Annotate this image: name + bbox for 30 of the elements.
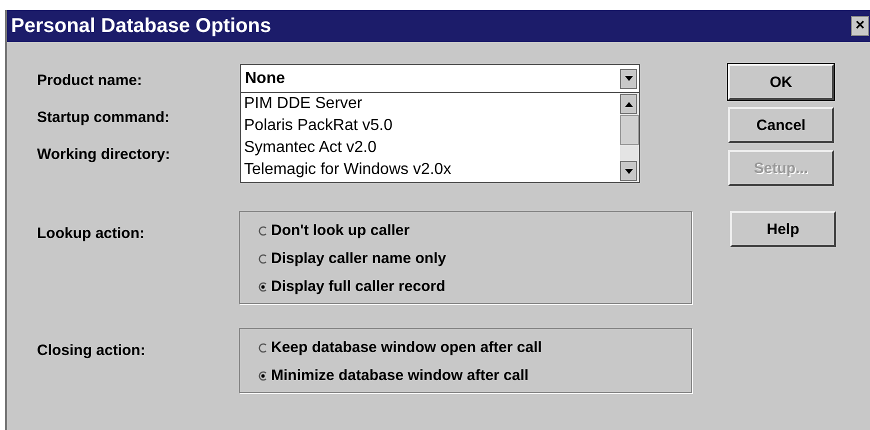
radio-button[interactable]	[258, 226, 268, 236]
scroll-thumb[interactable]	[620, 115, 639, 145]
list-item[interactable]: Telemagic for Windows v2.0x	[244, 159, 620, 181]
help-button[interactable]: Help	[730, 211, 836, 247]
field-label: Working directory:	[37, 146, 172, 164]
window-title: Personal Database Options	[10, 14, 272, 38]
scroll-bar[interactable]	[620, 93, 639, 182]
list-item[interactable]: Symantec Act v2.0	[244, 137, 620, 159]
close-button[interactable]: ×	[851, 16, 869, 36]
radio-label[interactable]: Don't look up caller	[271, 222, 410, 239]
group-label: Closing action:	[37, 341, 146, 359]
dialog-button[interactable]: Cancel	[728, 107, 834, 143]
scroll-down-icon[interactable]	[620, 161, 637, 181]
radio-button[interactable]	[258, 282, 268, 292]
product-combo-box[interactable]: None	[240, 64, 640, 93]
field-label: Startup command:	[37, 109, 171, 127]
list-item[interactable]: PIM DDE Server	[244, 93, 620, 115]
scroll-up-icon[interactable]	[620, 94, 637, 114]
dialog-button[interactable]: OK	[728, 64, 834, 100]
radio-label[interactable]: Display full caller record	[271, 278, 446, 295]
radio-button[interactable]	[258, 370, 268, 380]
radio-label[interactable]: Minimize database window after call	[271, 367, 529, 384]
list-item[interactable]: Polaris PackRat v5.0	[244, 115, 620, 137]
group-label: Lookup action:	[37, 224, 146, 242]
radio-button[interactable]	[258, 254, 268, 264]
radio-label[interactable]: Keep database window open after call	[271, 339, 542, 356]
radio-button[interactable]	[258, 342, 268, 352]
field-label: Product name:	[37, 72, 144, 90]
radio-label[interactable]: Display caller name only	[271, 250, 446, 267]
combo-value: None	[244, 70, 285, 88]
